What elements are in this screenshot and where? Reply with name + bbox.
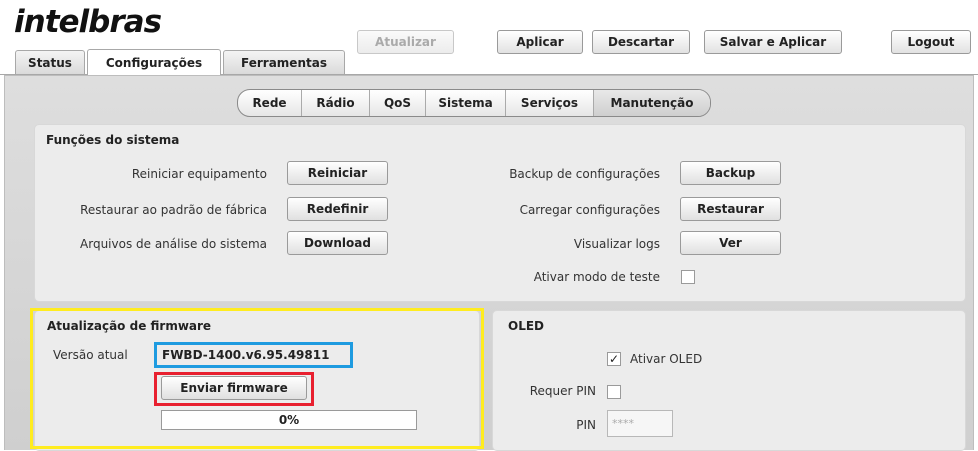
restart-label: Reiniciar equipamento (131, 167, 267, 181)
logout-button[interactable]: Logout (891, 30, 971, 54)
save-and-apply-button[interactable]: Salvar e Aplicar (704, 30, 842, 54)
pin-input[interactable]: **** (607, 410, 673, 437)
send-firmware-button[interactable]: Enviar firmware (161, 376, 307, 400)
oled-title: OLED (508, 319, 545, 333)
enable-oled-label: Ativar OLED (630, 352, 703, 366)
test-mode-label: Ativar modo de teste (533, 270, 660, 284)
firmware-title: Atualização de firmware (47, 319, 212, 333)
discard-button[interactable]: Descartar (592, 30, 690, 54)
tab-status[interactable]: Status (15, 50, 85, 74)
restart-button[interactable]: Reiniciar (287, 161, 388, 185)
sub-navigation: Rede Rádio QoS Sistema Serviços Manutenç… (237, 89, 711, 117)
subnav-manutencao[interactable]: Manutenção (594, 90, 710, 116)
restore-button[interactable]: Restaurar (680, 197, 781, 221)
firmware-progress-bar: 0% (161, 410, 417, 430)
require-pin-label: Requer PIN (529, 384, 596, 398)
tab-ferramentas[interactable]: Ferramentas (223, 50, 345, 74)
pin-label: PIN (576, 418, 596, 432)
download-button[interactable]: Download (287, 231, 388, 255)
system-functions-title: Funções do sistema (46, 133, 180, 147)
factory-reset-label: Restaurar ao padrão de fábrica (80, 203, 267, 217)
factory-reset-button[interactable]: Redefinir (287, 197, 388, 221)
backup-button[interactable]: Backup (680, 161, 781, 185)
require-pin-checkbox[interactable] (607, 385, 621, 399)
view-logs-button[interactable]: Ver (680, 231, 781, 255)
enable-oled-checkbox[interactable]: ✓ (607, 352, 621, 366)
subnav-radio[interactable]: Rádio (302, 90, 370, 116)
subnav-rede[interactable]: Rede (238, 90, 302, 116)
test-mode-checkbox[interactable] (681, 270, 695, 284)
tab-configuracoes[interactable]: Configurações (87, 49, 221, 75)
backup-label: Backup de configurações (509, 167, 660, 181)
analysis-files-label: Arquivos de análise do sistema (80, 237, 267, 251)
load-config-label: Carregar configurações (519, 203, 660, 217)
subnav-qos[interactable]: QoS (370, 90, 426, 116)
intelbras-logo: intelbras (14, 4, 162, 40)
subnav-sistema[interactable]: Sistema (426, 90, 506, 116)
subnav-servicos[interactable]: Serviços (506, 90, 594, 116)
view-logs-label: Visualizar logs (573, 237, 660, 251)
current-version-value: FWBD-1400.v6.95.49811 (162, 348, 330, 362)
update-button[interactable]: Atualizar (357, 30, 454, 54)
apply-button[interactable]: Aplicar (497, 30, 583, 54)
current-version-label: Versão atual (53, 348, 128, 362)
